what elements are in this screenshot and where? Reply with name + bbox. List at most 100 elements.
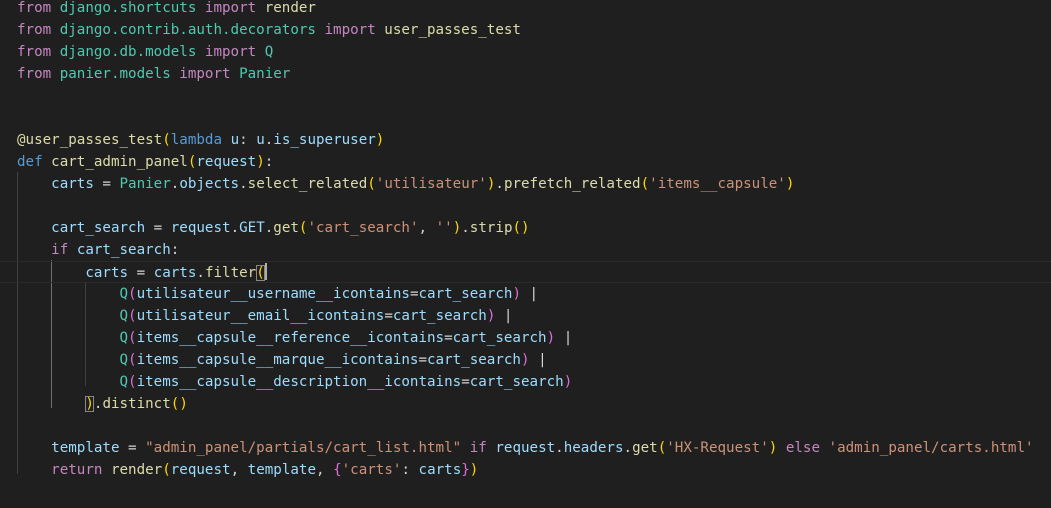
code-token: : <box>170 242 180 258</box>
code-token: , <box>316 462 334 478</box>
code-token: cart_search <box>452 330 547 346</box>
code-token: . <box>264 220 274 236</box>
code-line[interactable]: template = "admin_panel/partials/cart_li… <box>17 437 1033 459</box>
code-token: Panier <box>230 66 291 82</box>
code-token: headers <box>563 440 624 456</box>
code-token: ) <box>546 330 556 346</box>
code-line[interactable]: Q(items__capsule__reference__icontains=c… <box>17 327 573 349</box>
code-token: ) <box>452 220 462 236</box>
code-token: ( <box>162 132 171 148</box>
code-token: items__capsule__marque__icontains <box>136 352 419 368</box>
code-token: { <box>333 462 342 478</box>
code-token: @user_passes_test <box>17 132 163 148</box>
code-token: , <box>230 462 248 478</box>
code-line[interactable]: if cart_search: <box>17 239 179 261</box>
code-token: | <box>495 308 513 324</box>
code-token: ( <box>640 176 650 192</box>
code-token: from <box>17 44 52 60</box>
code-line[interactable]: from django.contrib.auth.decorators impo… <box>17 19 521 41</box>
code-token: utilisateur__email__icontains <box>136 308 385 324</box>
code-line[interactable]: cart_search = request.GET.get('cart_sear… <box>17 217 530 239</box>
code-line[interactable]: from panier.models import Panier <box>17 63 290 85</box>
code-token: GET <box>239 220 265 236</box>
code-token: django.db.models <box>51 44 205 60</box>
code-editor[interactable]: from django.shortcuts import render from … <box>0 0 1051 508</box>
code-token: import <box>324 22 376 38</box>
code-token: u <box>230 132 240 148</box>
code-token: Q <box>119 330 129 346</box>
code-token: from <box>17 0 52 16</box>
code-token: cart_search <box>418 286 513 302</box>
code-token: request <box>170 462 231 478</box>
code-token: 'carts' <box>341 462 402 478</box>
code-token: request <box>196 154 257 170</box>
code-token: ) <box>469 462 479 478</box>
code-token: ( <box>128 330 137 346</box>
code-token: from <box>17 66 52 82</box>
code-token: Q <box>119 308 129 324</box>
code-line[interactable]: @user_passes_test(lambda u: u.is_superus… <box>17 129 384 151</box>
code-token: . <box>196 265 205 281</box>
code-token: ( <box>657 440 667 456</box>
code-token: cart_search <box>76 242 171 258</box>
code-line[interactable]: Q(items__capsule__marque__icontains=cart… <box>17 349 547 371</box>
code-token: . <box>264 132 274 148</box>
code-token: () <box>170 396 188 412</box>
code-token: | <box>555 330 573 346</box>
code-token: ( <box>128 374 137 390</box>
code-token: utilisateur__username__icontains <box>136 286 410 302</box>
code-token: filter <box>204 265 257 281</box>
code-token: 'cart_search' <box>307 220 419 236</box>
code-line[interactable]: from django.db.models import Q <box>17 41 273 63</box>
code-token: ( <box>128 286 137 302</box>
code-token: . <box>495 176 504 192</box>
code-token: ( <box>162 462 171 478</box>
code-line-active[interactable]: carts = carts.filter( <box>0 261 1051 283</box>
code-line[interactable]: Q(utilisateur__username__icontains=cart_… <box>17 283 539 305</box>
code-token: request <box>170 220 231 236</box>
code-token: = <box>444 330 453 346</box>
code-line[interactable]: def cart_admin_panel(request): <box>17 151 273 173</box>
code-token: ) <box>768 440 778 456</box>
code-token: | <box>529 352 547 368</box>
code-token: carts <box>153 265 197 281</box>
text-cursor <box>264 263 267 280</box>
code-token: ) <box>375 132 385 148</box>
code-token: lambda <box>170 132 223 148</box>
code-token: Panier <box>119 176 171 192</box>
code-token: if <box>469 440 487 456</box>
code-token: prefetch_related <box>503 176 641 192</box>
code-token: | <box>521 286 539 302</box>
code-token: cart_search <box>469 374 564 390</box>
code-token: , <box>418 220 436 236</box>
code-line[interactable]: Q(items__capsule__description__icontains… <box>17 371 573 393</box>
code-token: return <box>51 462 103 478</box>
code-token: get <box>632 440 658 456</box>
code-line[interactable]: return render(request, template, {'carts… <box>17 459 478 481</box>
code-token: template <box>51 440 120 456</box>
code-token: 'utilisateur' <box>375 176 487 192</box>
code-token: : <box>264 154 274 170</box>
code-token: ( <box>367 176 376 192</box>
code-token: panier.models <box>51 66 180 82</box>
code-token: ) <box>520 352 530 368</box>
code-token: user_passes_test <box>375 22 521 38</box>
code-token: : <box>401 462 419 478</box>
code-token: Q <box>119 286 129 302</box>
code-token: () <box>512 220 530 236</box>
code-line[interactable]: carts = Panier.objects.select_related('u… <box>17 173 794 195</box>
code-line[interactable]: Q(utilisateur__email__icontains=cart_sea… <box>17 305 513 327</box>
code-token: = <box>384 308 393 324</box>
code-token: ) <box>785 176 795 192</box>
code-line[interactable]: from django.shortcuts import render <box>17 0 316 19</box>
code-line[interactable]: ).distinct() <box>17 393 188 415</box>
